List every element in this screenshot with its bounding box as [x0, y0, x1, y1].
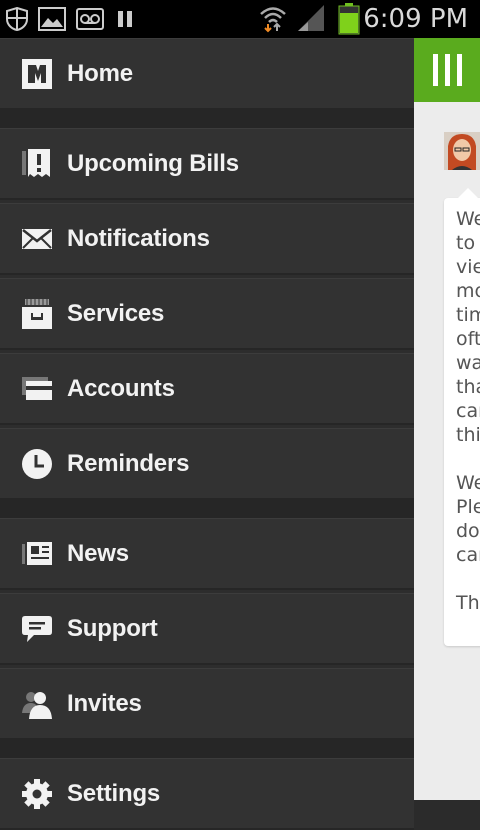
drawer-item-label: Invites — [67, 690, 142, 717]
drawer-item-label: Services — [67, 300, 165, 327]
drawer-item-label: Notifications — [67, 225, 210, 252]
clock-icon — [22, 449, 52, 479]
image-icon — [38, 7, 66, 31]
drawer-item-notifications[interactable]: Notifications — [0, 203, 414, 275]
drawer-item-label: Upcoming Bills — [67, 150, 239, 177]
menu-toggle-icon[interactable] — [432, 54, 464, 86]
message-line: tha — [456, 376, 480, 398]
message-line: We — [456, 208, 480, 230]
bill-alert-icon — [22, 149, 50, 177]
drawer-item-upcoming-bills[interactable]: Upcoming Bills — [0, 128, 414, 200]
card-icon — [22, 377, 52, 400]
message-line: oft — [456, 328, 480, 350]
gear-icon — [22, 779, 52, 809]
navigation-drawer: Home Upcoming Bills Notifications Servic… — [0, 38, 414, 830]
message-line: doi — [456, 520, 480, 542]
battery-icon — [338, 3, 360, 35]
section-divider — [0, 740, 414, 758]
envelope-icon — [22, 229, 52, 249]
logo-m-icon — [22, 59, 52, 89]
drawer-item-support[interactable]: Support — [0, 593, 414, 665]
message-line: to — [456, 232, 476, 254]
drawer-item-settings[interactable]: Settings — [0, 758, 414, 830]
main-content-peek: We to vie mo tim oft wa tha car thi We P… — [414, 38, 480, 800]
app-bar — [414, 38, 480, 102]
drawer-item-news[interactable]: News — [0, 518, 414, 590]
drawer-item-label: News — [67, 540, 129, 567]
message-line: Ple — [456, 496, 480, 518]
shield-icon — [6, 7, 28, 31]
clock-time: 6:09 PM — [363, 4, 468, 34]
bubble-tail — [458, 188, 478, 198]
drawer-item-services[interactable]: Services — [0, 278, 414, 350]
signal-icon — [298, 5, 324, 31]
drawer-item-label: Accounts — [67, 375, 175, 402]
drawer-item-label: Settings — [67, 780, 161, 807]
pause-icon — [118, 11, 132, 27]
message-line: car — [456, 400, 480, 422]
message-line: thi — [456, 424, 480, 446]
message-line: car — [456, 544, 480, 566]
drawer-item-invites[interactable]: Invites — [0, 668, 414, 740]
message-line: vie — [456, 256, 480, 278]
message-line: wa — [456, 352, 480, 374]
chat-bubble-icon — [22, 616, 52, 642]
section-divider — [0, 500, 414, 518]
message-line: mo — [456, 280, 480, 302]
drawer-item-accounts[interactable]: Accounts — [0, 353, 414, 425]
drawer-item-home[interactable]: Home — [0, 38, 414, 110]
message-bubble: We to vie mo tim oft wa tha car thi We P… — [444, 188, 480, 646]
avatar — [444, 132, 480, 170]
drawer-item-reminders[interactable]: Reminders — [0, 428, 414, 500]
wifi-icon — [260, 7, 286, 33]
section-divider — [0, 110, 414, 128]
drawer-item-label: Home — [67, 60, 133, 87]
message-line: We — [456, 472, 480, 494]
drawer-item-label: Reminders — [67, 450, 190, 477]
status-bar: 6:09 PM — [0, 0, 480, 38]
voicemail-icon — [76, 8, 104, 30]
services-box-icon — [22, 299, 52, 329]
newspaper-icon — [22, 542, 52, 565]
drawer-item-label: Support — [67, 615, 158, 642]
message-line: tim — [456, 304, 480, 326]
users-icon — [22, 692, 52, 719]
message-line: Tha — [456, 592, 480, 614]
